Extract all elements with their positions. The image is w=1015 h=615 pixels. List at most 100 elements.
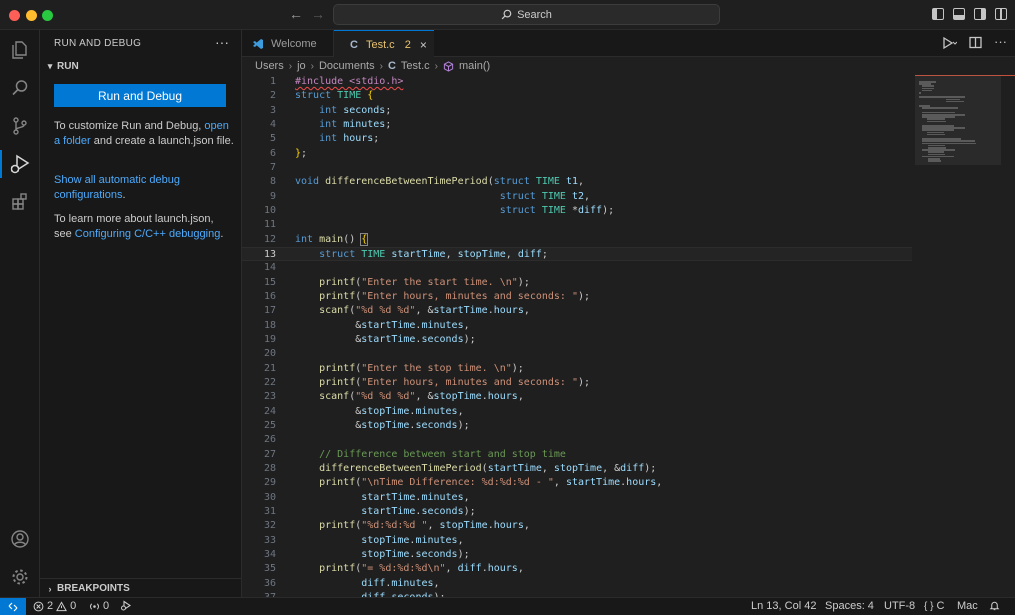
toggle-panel-icon[interactable] [953, 8, 965, 20]
code-line[interactable]: 3 int seconds; [242, 104, 912, 118]
line-number: 34 [263, 548, 276, 560]
toggle-primary-sidebar-icon[interactable] [932, 8, 944, 20]
breakpoints-section-label: BREAKPOINTS [57, 583, 130, 594]
code-line[interactable]: 22 printf("Enter hours, minutes and seco… [242, 376, 912, 390]
minimap-line [922, 107, 959, 109]
code-line[interactable]: 9 struct TIME t2, [242, 190, 912, 204]
code-line[interactable]: 19 &startTime.seconds); [242, 333, 912, 347]
close-tab-icon[interactable]: × [420, 38, 427, 52]
back-arrow-icon[interactable]: ← [289, 6, 303, 22]
minimap-line [927, 160, 942, 162]
close-window-button[interactable] [9, 10, 20, 21]
search-icon[interactable] [0, 70, 40, 106]
code-line[interactable]: 29 printf("\nTime Difference: %d:%d:%d -… [242, 476, 912, 490]
code-line[interactable]: 12 int main() { [242, 232, 912, 247]
breakpoints-section-header[interactable]: › BREAKPOINTS [40, 578, 242, 598]
breadcrumb-jo[interactable]: jo [297, 60, 306, 72]
code-line[interactable]: 4 int minutes; [242, 118, 912, 132]
run-and-debug-icon[interactable] [0, 146, 40, 182]
code-line[interactable]: 6}; [242, 147, 912, 161]
line-number: 32 [263, 520, 276, 532]
breadcrumb-test-c[interactable]: Test.c [401, 60, 430, 72]
code-line[interactable]: 13 struct TIME startTime, stopTime, diff… [242, 246, 912, 262]
line-number: 2 [269, 90, 276, 102]
cursor-position[interactable]: Ln 13, Col 42 [751, 600, 816, 612]
indentation-setting[interactable]: Spaces: 4 [825, 600, 874, 612]
code-line[interactable]: 25 &stopTime.seconds); [242, 419, 912, 433]
encoding-setting[interactable]: UTF-8 [884, 600, 915, 612]
code-line[interactable]: 36 diff.minutes, [242, 577, 912, 591]
code-line[interactable]: 26 [242, 433, 912, 447]
toggle-secondary-sidebar-icon[interactable] [974, 8, 986, 20]
code-text: void differenceBetweenTimePeriod(struct … [295, 176, 585, 188]
split-editor-icon[interactable] [969, 36, 982, 53]
tab-welcome[interactable]: Welcome [242, 30, 334, 57]
code-line[interactable]: 34 stopTime.seconds); [242, 548, 912, 562]
code-line[interactable]: 10 struct TIME *diff); [242, 204, 912, 218]
code-line[interactable]: 21 printf("Enter the stop time. \n"); [242, 362, 912, 376]
code-line[interactable]: 30 startTime.minutes, [242, 491, 912, 505]
code-line[interactable]: 31 startTime.seconds); [242, 505, 912, 519]
editor-more-actions-icon[interactable]: ··· [994, 35, 1007, 53]
customize-layout-icon[interactable] [995, 8, 1007, 20]
run-and-debug-button[interactable]: Run and Debug [54, 84, 226, 107]
line-number: 4 [269, 118, 276, 130]
remote-indicator[interactable] [0, 598, 26, 615]
search-icon [501, 9, 512, 20]
code-line[interactable]: 1 #include <stdio.h> [242, 75, 912, 89]
problems-indicator[interactable]: 2 0 [33, 600, 76, 612]
command-center-search[interactable]: Search [333, 4, 720, 25]
braces-icon: { } [924, 600, 934, 612]
code-line[interactable]: 2 struct TIME { [242, 89, 912, 103]
breadcrumb-documents[interactable]: Documents [319, 60, 375, 72]
code-line[interactable]: 5 int hours; [242, 132, 912, 146]
title-bar: ← → Search [0, 0, 1015, 30]
code-text: &stopTime.seconds); [295, 419, 470, 431]
run-section-header[interactable]: ▾ RUN [40, 56, 242, 76]
extensions-icon[interactable] [0, 184, 40, 220]
sidebar-title: RUN AND DEBUG [54, 38, 142, 49]
code-line[interactable]: 15 printf("Enter the start time. \n"); [242, 276, 912, 290]
manage-gear-icon[interactable] [0, 559, 40, 595]
notifications-bell-icon[interactable] [989, 600, 1000, 611]
error-icon [33, 601, 44, 611]
tab-test-c[interactable]: C Test.c 2 × [334, 30, 434, 58]
configuring-cpp-debugging-link[interactable]: Configuring C/C++ debugging [75, 228, 221, 240]
show-debug-configurations-link[interactable]: Show all automatic debug configurations [54, 174, 180, 201]
breadcrumb-users[interactable]: Users [255, 60, 284, 72]
debug-launch-indicator[interactable] [120, 600, 132, 611]
code-line[interactable]: 28 differenceBetweenTimePeriod(startTime… [242, 462, 912, 476]
code-line[interactable]: 23 scanf("%d %d %d", &stopTime.hours, [242, 390, 912, 404]
code-line[interactable]: 33 stopTime.minutes, [242, 534, 912, 548]
minimize-window-button[interactable] [26, 10, 37, 21]
chevron-down-icon: ▾ [47, 60, 53, 71]
code-line[interactable]: 32 printf("%d:%d:%d ", stopTime.hours, [242, 519, 912, 533]
accounts-icon[interactable] [0, 521, 40, 557]
ports-indicator[interactable]: 0 [89, 600, 109, 612]
code-line[interactable]: 27 // Difference between start and stop … [242, 448, 912, 462]
code-line[interactable]: 7 [242, 161, 912, 175]
code-line[interactable]: 35 printf("= %d:%d:%d\n", diff.hours, [242, 562, 912, 576]
code-line[interactable]: 11 [242, 218, 912, 232]
code-text: stopTime.seconds); [361, 548, 470, 560]
explorer-icon[interactable] [0, 32, 40, 68]
code-line[interactable]: 16 printf("Enter hours, minutes and seco… [242, 290, 912, 304]
platform-indicator[interactable]: Mac [957, 600, 978, 612]
breadcrumb-main[interactable]: main() [459, 60, 490, 72]
code-line[interactable]: 20 [242, 347, 912, 361]
code-line[interactable]: 18 &startTime.minutes, [242, 319, 912, 333]
run-file-icon[interactable] [941, 36, 958, 53]
run-and-debug-sidebar: RUN AND DEBUG ··· ▾ RUN Run and Debug To… [40, 30, 242, 597]
more-actions-icon[interactable]: ··· [215, 34, 229, 50]
line-number: 23 [263, 391, 276, 403]
minimap[interactable] [915, 75, 1015, 597]
forward-arrow-icon[interactable]: → [311, 6, 325, 22]
maximize-window-button[interactable] [42, 10, 53, 21]
code-line[interactable]: 24 &stopTime.minutes, [242, 405, 912, 419]
code-line[interactable]: 14 [242, 261, 912, 275]
code-line[interactable]: 8 void differenceBetweenTimePeriod(struct… [242, 175, 912, 189]
source-control-icon[interactable] [0, 108, 40, 144]
code-editor[interactable]: 1 #include <stdio.h> 2 struct TIME {3 int s… [242, 75, 1015, 597]
language-mode[interactable]: { } C [924, 600, 944, 612]
code-line[interactable]: 17 scanf("%d %d %d", &startTime.hours, [242, 304, 912, 318]
